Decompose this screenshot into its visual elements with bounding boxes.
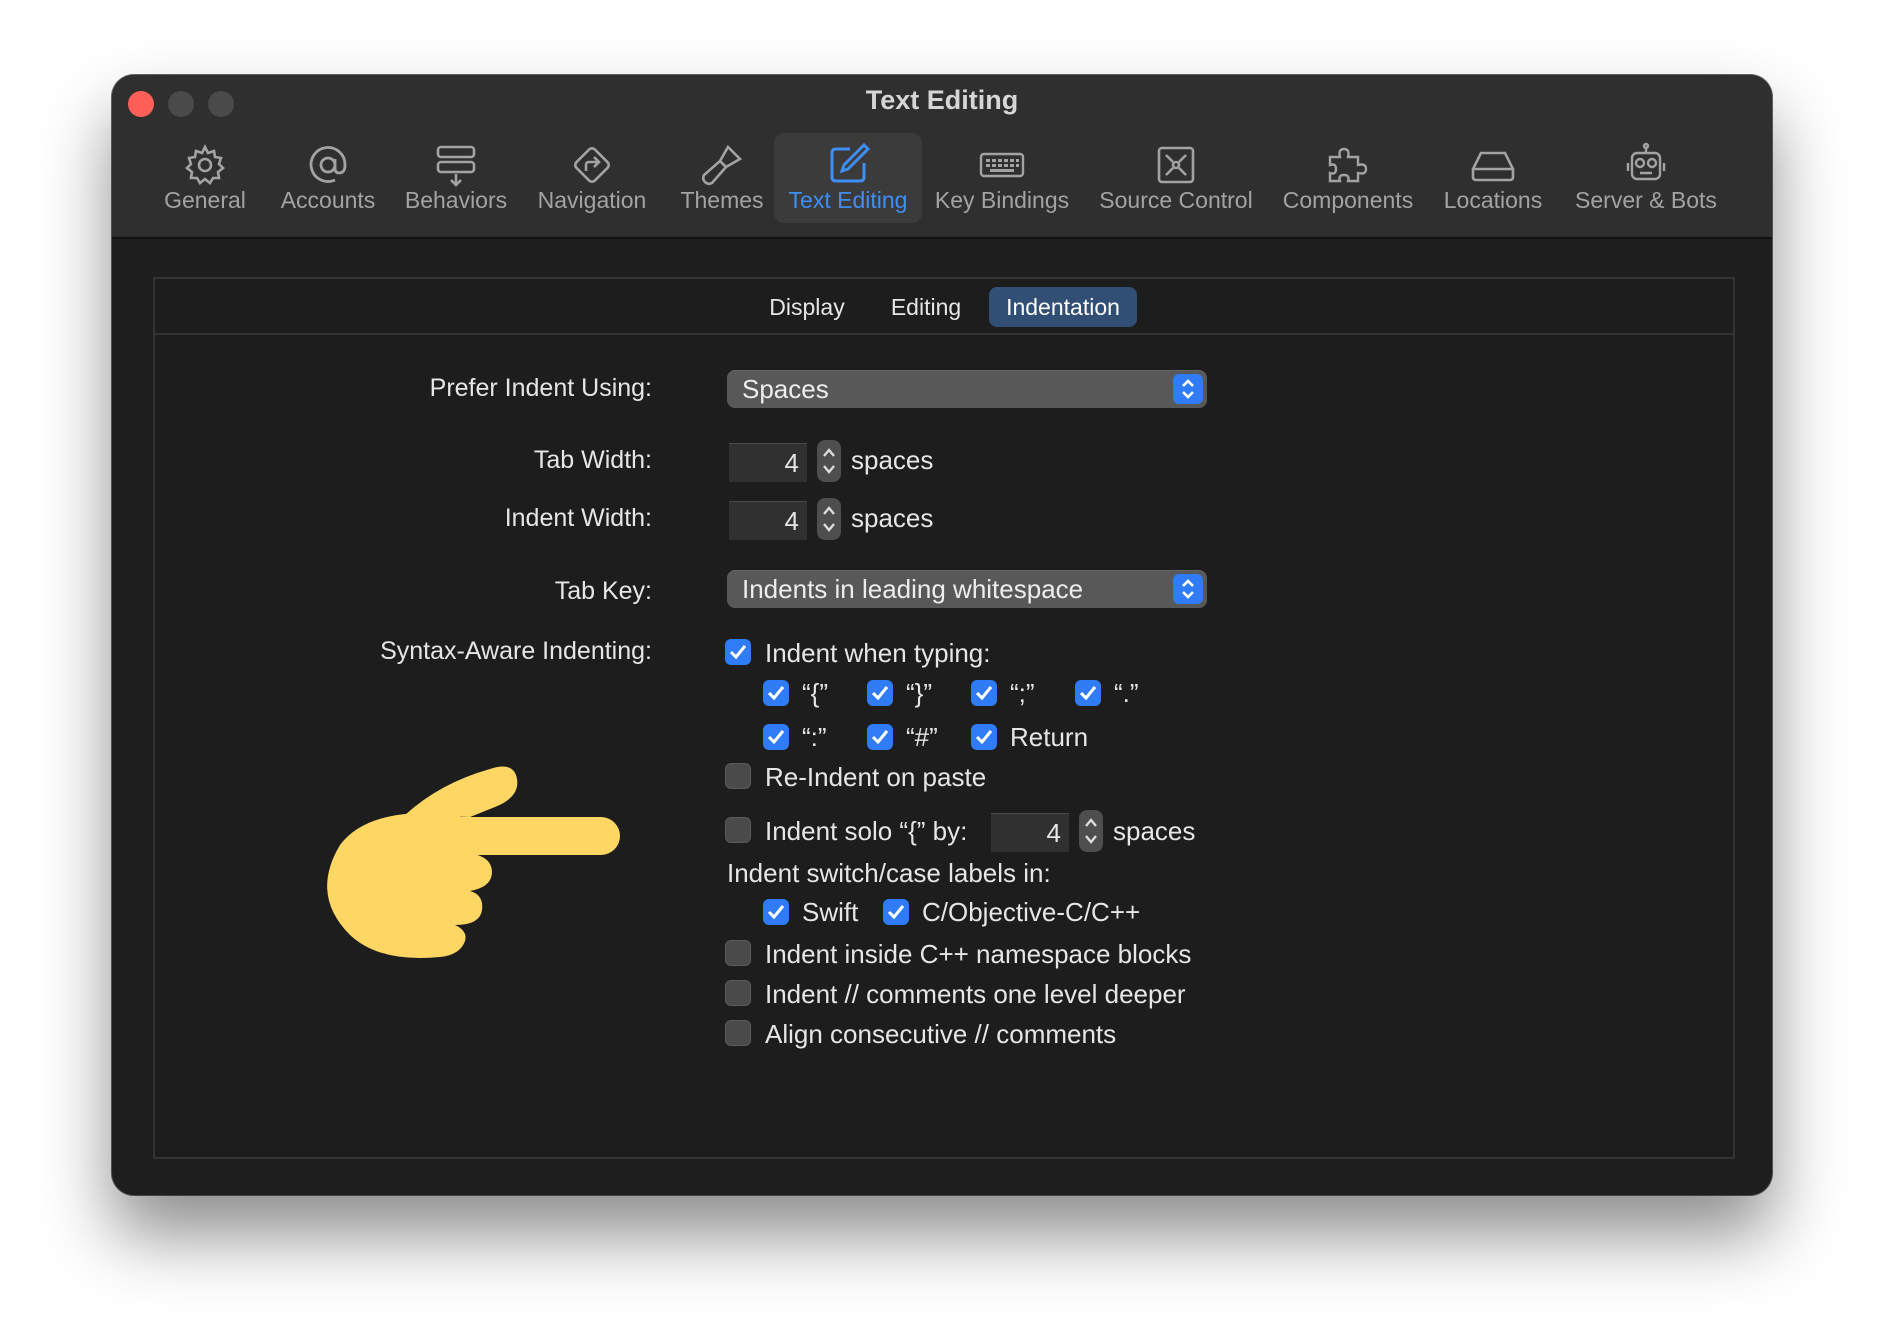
char-hash-checkbox[interactable]	[867, 724, 893, 750]
indent-solo-checkbox[interactable]	[725, 817, 751, 843]
indent-when-typing-label: Indent when typing:	[765, 638, 991, 668]
tab-key-value: Indents in leading whitespace	[742, 574, 1084, 604]
indent-width-field[interactable]: 4	[729, 501, 807, 540]
indent-width-unit: spaces	[851, 503, 934, 533]
switch-case-swift-checkbox[interactable]	[763, 899, 789, 925]
char-return-checkbox[interactable]	[971, 724, 997, 750]
tab-indentation[interactable]: Indentation	[989, 287, 1137, 327]
indent-width-label: Indent Width:	[504, 504, 652, 532]
char-close-brace-checkbox[interactable]	[867, 680, 893, 706]
toolbar-item-key-bindings[interactable]: Key Bindings	[934, 133, 1070, 223]
toolbar-item-text-editing[interactable]: Text Editing	[774, 133, 922, 223]
tab-key-popup[interactable]: Indents in leading whitespace	[727, 570, 1207, 608]
tab-bar: Display Editing Indentation	[155, 279, 1733, 335]
titlebar: Text Editing General Accounts Behaviors …	[112, 75, 1772, 239]
reindent-paste-label: Re-Indent on paste	[765, 762, 987, 792]
char-semicolon-label: “;”	[1010, 678, 1035, 708]
navigation-icon	[573, 146, 611, 184]
indent-solo-unit: spaces	[1113, 816, 1196, 846]
at-sign-icon	[309, 146, 347, 183]
align-comments-label: Align consecutive // comments	[765, 1019, 1117, 1049]
tab-editing[interactable]: Editing	[873, 287, 979, 327]
syntax-aware-label: Syntax-Aware Indenting:	[380, 637, 652, 665]
cpp-namespace-checkbox[interactable]	[725, 940, 751, 966]
tab-width-label: Tab Width:	[533, 446, 652, 474]
char-colon-checkbox[interactable]	[763, 724, 789, 750]
comments-deeper-checkbox[interactable]	[725, 980, 751, 1006]
puzzle-icon	[1328, 147, 1368, 183]
edit-icon	[830, 142, 871, 183]
reindent-paste-checkbox[interactable]	[725, 763, 751, 789]
checkmark-icon	[871, 686, 889, 701]
checkmark-icon	[767, 686, 785, 701]
switch-case-objc-checkbox[interactable]	[883, 899, 909, 925]
toolbar-item-accounts[interactable]: Accounts	[277, 133, 379, 223]
char-period-label: “.”	[1114, 678, 1139, 708]
tab-width-field[interactable]: 4	[729, 443, 807, 482]
drive-icon	[1471, 151, 1515, 182]
checkmark-icon	[887, 905, 905, 920]
checkmark-icon	[975, 730, 993, 745]
switch-case-swift-label: Swift	[802, 897, 859, 927]
indent-when-typing-checkbox[interactable]	[725, 639, 751, 665]
char-semicolon-checkbox[interactable]	[971, 680, 997, 706]
tab-width-unit: spaces	[851, 445, 934, 475]
toolbar-item-behaviors[interactable]: Behaviors	[402, 133, 510, 223]
char-open-brace-checkbox[interactable]	[763, 680, 789, 706]
char-colon-label: “:”	[802, 722, 827, 752]
tab-display[interactable]: Display	[755, 287, 859, 327]
source-control-icon	[1157, 146, 1195, 184]
checkmark-icon	[871, 730, 889, 745]
robot-icon	[1626, 142, 1666, 181]
checkmark-icon	[729, 645, 747, 660]
prefer-indent-label: Prefer Indent Using:	[429, 374, 652, 402]
checkmark-icon	[767, 730, 785, 745]
char-period-checkbox[interactable]	[1075, 680, 1101, 706]
char-return-label: Return	[1010, 722, 1089, 752]
indentation-panel: Display Editing Indentation Prefer Inden…	[153, 277, 1735, 1159]
char-close-brace-label: “}”	[906, 678, 932, 708]
prefer-indent-value: Spaces	[742, 374, 829, 404]
preferences-window: Text Editing General Accounts Behaviors …	[112, 75, 1772, 1195]
char-open-brace-label: “{”	[802, 678, 828, 708]
char-hash-label: “#”	[906, 722, 938, 752]
tab-key-label: Tab Key:	[554, 577, 652, 605]
checkmark-icon	[767, 905, 785, 920]
keyboard-icon	[979, 152, 1025, 178]
behaviors-icon	[436, 145, 476, 187]
updown-chevron-icon	[1173, 374, 1203, 404]
switch-case-label: Indent switch/case labels in:	[727, 858, 1051, 888]
window-title: Text Editing	[865, 85, 1019, 115]
preferences-toolbar: General Accounts Behaviors Navigation Th…	[112, 133, 1772, 225]
toolbar-item-components[interactable]: Components	[1280, 133, 1416, 223]
gear-icon	[185, 144, 225, 185]
indent-solo-field[interactable]: 4	[991, 813, 1069, 852]
comments-deeper-label: Indent // comments one level deeper	[765, 979, 1186, 1009]
indent-solo-label: Indent solo “{” by:	[765, 816, 968, 846]
pointing-hand-icon	[327, 766, 620, 959]
indent-solo-stepper[interactable]	[1079, 810, 1103, 852]
switch-case-objc-label: C/Objective-C/C++	[922, 897, 1141, 927]
tab-width-stepper[interactable]	[817, 440, 841, 482]
updown-chevron-icon	[1173, 574, 1203, 604]
align-comments-checkbox[interactable]	[725, 1020, 751, 1046]
toolbar-item-source-control[interactable]: Source Control	[1096, 133, 1256, 223]
toolbar-item-locations[interactable]: Locations	[1438, 133, 1548, 223]
checkmark-icon	[1079, 686, 1097, 701]
toolbar-item-server-bots[interactable]: Server & Bots	[1566, 133, 1726, 223]
toolbar-item-general[interactable]: General	[159, 133, 251, 223]
prefer-indent-popup[interactable]: Spaces	[727, 370, 1207, 408]
toolbar-item-navigation[interactable]: Navigation	[532, 133, 652, 223]
indent-width-stepper[interactable]	[817, 498, 841, 540]
toolbar-item-themes[interactable]: Themes	[672, 133, 772, 223]
brush-icon	[701, 144, 743, 186]
cpp-namespace-label: Indent inside C++ namespace blocks	[765, 939, 1192, 969]
checkmark-icon	[975, 686, 993, 701]
